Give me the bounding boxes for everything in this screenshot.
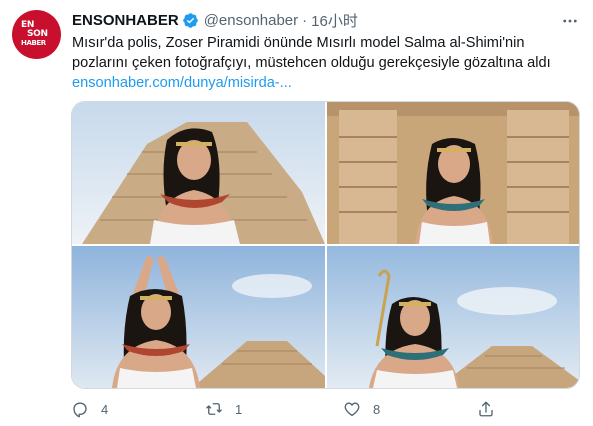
photo-3-image: [72, 246, 325, 388]
more-options-icon[interactable]: [561, 12, 579, 30]
photo-1[interactable]: [72, 102, 325, 244]
photo-2-image: [327, 102, 579, 244]
reply-count: 4: [101, 401, 109, 417]
tweet-actions: 4 1 8: [71, 397, 511, 421]
verified-badge-icon: [182, 12, 198, 28]
photo-1-image: [72, 102, 325, 244]
retweet-count: 1: [235, 401, 243, 417]
share-icon: [479, 401, 493, 417]
share-button[interactable]: [477, 397, 495, 421]
like-button[interactable]: 8: [343, 397, 380, 421]
avatar-logo: EN SON HABER: [21, 20, 48, 48]
author-handle[interactable]: @ensonhaber: [204, 12, 298, 29]
photo-3[interactable]: [72, 246, 325, 388]
retweet-button[interactable]: 1: [205, 397, 242, 421]
avatar[interactable]: EN SON HABER: [12, 10, 61, 59]
retweet-icon: [206, 403, 222, 415]
photo-4[interactable]: [327, 246, 579, 388]
tweet-card[interactable]: EN SON HABER ENSONHABER @ensonhaber · 16…: [0, 0, 593, 426]
tweet-text: Mısır'da polis, Zoser Piramidi önünde Mı…: [72, 35, 551, 71]
like-icon: [344, 402, 360, 417]
media-grid: [71, 101, 580, 389]
tweet-header: ENSONHABER @ensonhaber · 16小时: [72, 10, 358, 30]
reply-button[interactable]: 4: [71, 397, 108, 421]
author-name[interactable]: ENSONHABER: [72, 12, 179, 29]
tweet-link[interactable]: ensonhaber.com/dunya/misirda-...: [72, 73, 292, 93]
reply-icon: [73, 402, 87, 418]
photo-4-image: [327, 246, 579, 388]
tweet-time[interactable]: 16小时: [311, 10, 358, 31]
photo-2[interactable]: [327, 102, 579, 244]
separator-dot: ·: [302, 11, 308, 29]
like-count: 8: [373, 401, 381, 417]
